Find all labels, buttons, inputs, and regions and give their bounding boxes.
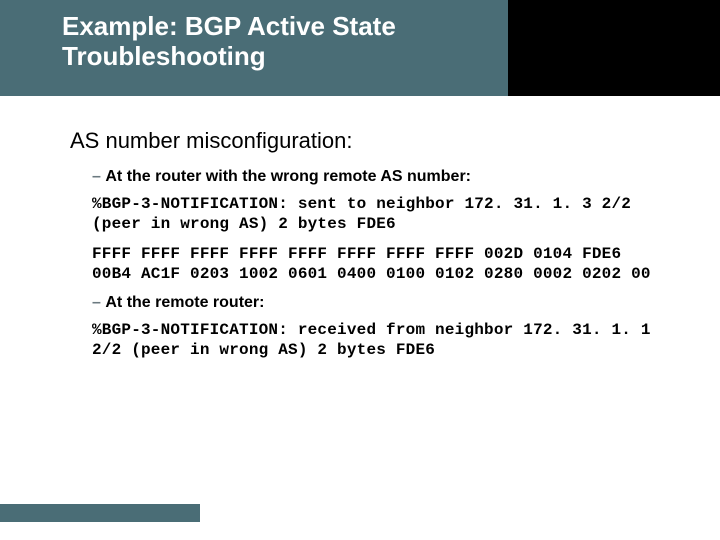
header-band: Example: BGP Active State Troubleshootin…	[0, 0, 720, 96]
bullet-2-text: At the remote router:	[105, 294, 264, 311]
dash-icon: –	[92, 168, 101, 185]
slide-title: Example: BGP Active State Troubleshootin…	[62, 12, 482, 72]
slide-content: AS number misconfiguration: – At the rou…	[70, 128, 670, 370]
notification-sent-block: %BGP-3-NOTIFICATION: sent to neighbor 17…	[92, 194, 670, 234]
bullet-1-text: At the router with the wrong remote AS n…	[105, 168, 471, 185]
section-title: AS number misconfiguration:	[70, 128, 670, 154]
footer-accent-bar	[0, 504, 200, 522]
bullet-item-1: – At the router with the wrong remote AS…	[92, 168, 670, 186]
dash-icon: –	[92, 294, 101, 311]
notification-received-block: %BGP-3-NOTIFICATION: received from neigh…	[92, 320, 670, 360]
hex-dump-block: FFFF FFFF FFFF FFFF FFFF FFFF FFFF FFFF …	[92, 244, 670, 284]
bullet-item-2: – At the remote router:	[92, 294, 670, 312]
